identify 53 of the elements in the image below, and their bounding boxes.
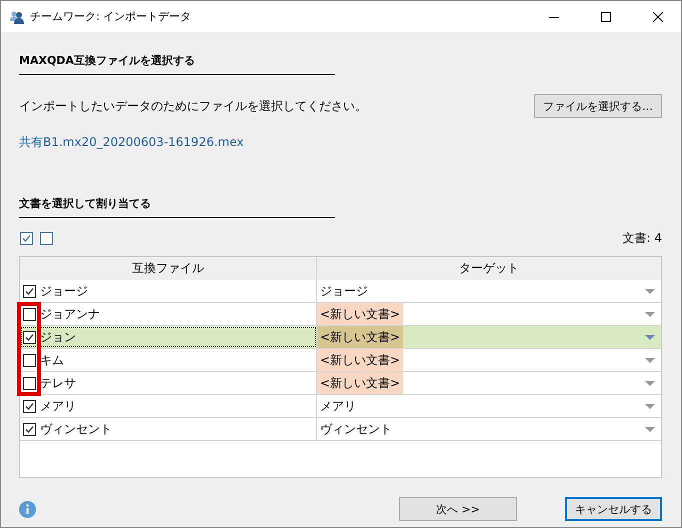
target-value: ヴィンセント (319, 420, 393, 438)
checkbox[interactable] (23, 330, 36, 344)
file-name: キム (40, 352, 64, 368)
checkbox[interactable] (23, 376, 36, 390)
checkbox[interactable] (23, 354, 36, 366)
file-name: テレサ (40, 374, 76, 392)
checkbox[interactable] (23, 308, 36, 320)
section-heading: MAXQDA互換ファイルを選択する (19, 53, 196, 68)
choose-file-button[interactable]: ファイルを選択する… (534, 94, 662, 118)
dropdown-arrow-icon (645, 380, 655, 386)
cancel-button[interactable]: キャンセルする (565, 497, 662, 521)
dropdown-arrow-icon (645, 334, 655, 340)
target-dropdown[interactable]: <新しい文書> (317, 303, 661, 325)
maximize-icon[interactable] (601, 12, 611, 22)
check-all-button[interactable] (20, 232, 33, 245)
target-dropdown[interactable]: ジョージ (317, 280, 661, 302)
dropdown-arrow-icon (645, 288, 655, 294)
dropdown-arrow-icon (645, 312, 655, 316)
file-name: ジョアンナ (40, 306, 100, 322)
target-value: ジョージ (319, 282, 369, 300)
checkbox[interactable] (23, 422, 36, 436)
file-name: メアリ (40, 398, 76, 414)
file-link[interactable]: 共有B1.mx20_20200603-161926.mex (19, 134, 662, 151)
file-name: ジョン (40, 328, 76, 346)
dropdown-arrow-icon (645, 358, 655, 362)
target-value: <新しい文書> (317, 303, 404, 325)
target-dropdown[interactable]: <新しい文書> (317, 372, 661, 394)
target-value: <新しい文書> (317, 372, 404, 394)
dropdown-arrow-icon (645, 404, 655, 408)
next-button[interactable]: 次へ >> (399, 497, 517, 521)
info-icon[interactable] (19, 500, 36, 518)
file-name: ジョージ (40, 282, 88, 300)
target-dropdown[interactable]: ヴィンセント (317, 418, 661, 440)
selected-row[interactable]: ジョン (20, 326, 317, 348)
target-dropdown[interactable]: <新しい文書> (317, 349, 661, 371)
checkbox[interactable] (23, 284, 36, 298)
document-count: 文書: 4 (622, 230, 662, 247)
target-value: <新しい文書> (317, 349, 404, 371)
checkbox[interactable] (23, 400, 36, 412)
user-icon (10, 10, 24, 24)
column-header: 互換ファイル (20, 257, 317, 280)
file-name: ヴィンセント (40, 420, 112, 438)
target-value: <新しい文書> (317, 326, 404, 348)
dropdown-arrow-icon (645, 426, 655, 432)
column-header: ターゲット (458, 260, 520, 277)
window-title: チームワーク: インポートデータ (30, 9, 192, 24)
target-dropdown[interactable]: メアリ (317, 395, 661, 417)
section-heading: 文書を選択して割り当てる (19, 196, 152, 211)
close-icon[interactable] (653, 12, 663, 22)
instruction-text: インポートしたいデータのためにファイルを選択してください。 (19, 98, 367, 114)
uncheck-all-button[interactable] (40, 232, 53, 245)
target-dropdown[interactable]: <新しい文書> (317, 326, 661, 348)
target-value: メアリ (319, 398, 357, 414)
